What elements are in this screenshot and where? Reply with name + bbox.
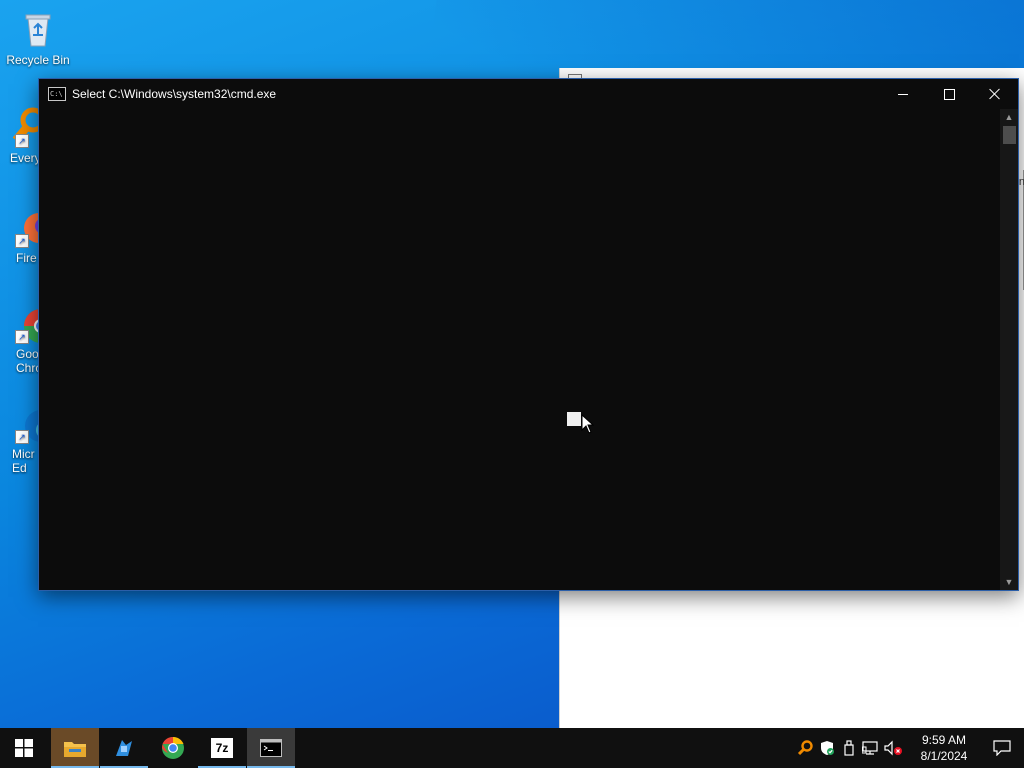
windows-security-shield-icon[interactable] <box>816 728 838 768</box>
cmd-app-icon: C:\ <box>48 87 66 101</box>
minimize-button[interactable] <box>880 79 926 109</box>
shortcut-arrow-icon: ↗ <box>15 234 29 248</box>
scrollbar-thumb[interactable] <box>1003 126 1016 144</box>
recycle-bin-icon <box>17 8 59 50</box>
shortcut-arrow-icon: ↗ <box>15 134 29 148</box>
blue-tool-icon <box>116 740 132 756</box>
close-icon <box>989 88 1001 100</box>
chrome-icon <box>162 736 184 759</box>
folder-icon <box>64 742 86 757</box>
maximize-icon <box>943 88 955 100</box>
taskbar-blue-tool[interactable] <box>100 728 148 768</box>
minimize-icon <box>898 93 908 95</box>
system-tray: 9:59 AM 8/1/2024 <box>794 728 1024 768</box>
start-button[interactable] <box>0 728 48 768</box>
cmd-icon <box>260 739 282 757</box>
network-icon[interactable] <box>860 728 882 768</box>
close-button[interactable] <box>972 79 1018 109</box>
mouse-pointer-icon <box>581 413 595 439</box>
search-magnifier-icon[interactable] <box>794 728 816 768</box>
scroll-up-arrow-icon[interactable]: ▲ <box>1000 109 1018 125</box>
cmd-window-title: Select C:\Windows\system32\cmd.exe <box>72 87 277 101</box>
notification-icon <box>993 740 1011 756</box>
scroll-down-arrow-icon[interactable]: ▼ <box>1000 574 1018 590</box>
7zip-icon: 7z <box>211 738 233 758</box>
window-edge-text: nt <box>1018 176 1024 188</box>
clock-date: 8/1/2024 <box>920 749 968 763</box>
clock-time: 9:59 AM <box>921 733 967 747</box>
usb-device-icon[interactable] <box>838 728 860 768</box>
desktop: Recycle Bin ↗ Every ↗ Fire ↗ Goo Chro ↗ … <box>0 0 1024 728</box>
cmd-vertical-scrollbar[interactable]: ▲ ▼ <box>1000 109 1018 590</box>
cmd-window[interactable]: C:\ Select C:\Windows\system32\cmd.exe ▲ <box>38 78 1019 591</box>
windows-logo-icon <box>15 739 33 757</box>
selection-cursor-block <box>567 412 581 426</box>
taskbar-command-prompt[interactable] <box>247 728 295 768</box>
action-center-button[interactable] <box>980 728 1024 768</box>
cmd-titlebar[interactable]: C:\ Select C:\Windows\system32\cmd.exe <box>39 79 1018 109</box>
taskbar-7-zip[interactable]: 7z <box>198 728 246 768</box>
taskbar-file-explorer[interactable] <box>51 728 99 768</box>
taskbar-clock[interactable]: 9:59 AM 8/1/2024 <box>908 732 980 764</box>
cmd-console-area[interactable] <box>39 109 999 590</box>
volume-muted-icon[interactable] <box>882 728 904 768</box>
shortcut-arrow-icon: ↗ <box>15 430 29 444</box>
shortcut-arrow-icon: ↗ <box>15 330 29 344</box>
taskbar: 7z 9:59 AM 8/1/2024 <box>0 728 1024 768</box>
maximize-button[interactable] <box>926 79 972 109</box>
desktop-icon-label: Recycle Bin <box>6 53 70 67</box>
taskbar-google-chrome[interactable] <box>149 728 197 768</box>
desktop-icon-recycle-bin[interactable]: Recycle Bin <box>0 8 76 67</box>
